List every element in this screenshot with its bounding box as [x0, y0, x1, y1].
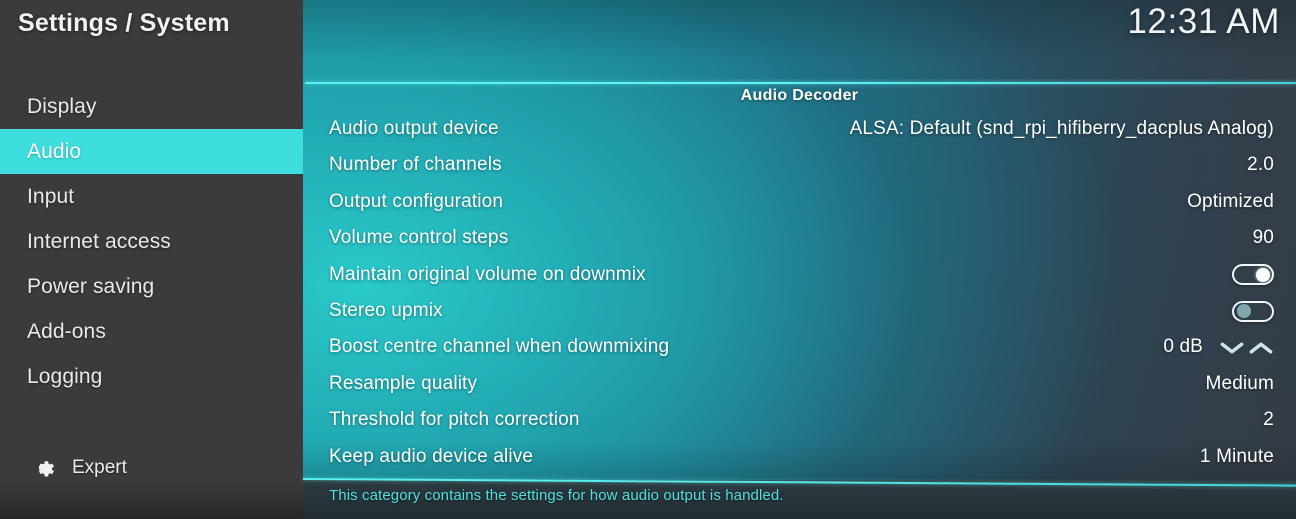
- settings-row-value: 1 Minute: [1199, 445, 1274, 467]
- sidebar-item-audio[interactable]: Audio: [0, 129, 303, 174]
- sidebar-item-label: Audio: [27, 139, 82, 163]
- toggle-switch[interactable]: [1232, 300, 1274, 322]
- settings-list[interactable]: Audio output device ALSA: Default (snd_rp…: [303, 111, 1296, 519]
- settings-row-label: Maintain original volume on downmix: [329, 263, 646, 285]
- settings-row[interactable]: Keep audio device alive 1 Minute: [303, 439, 1296, 475]
- sidebar-item-display[interactable]: Display: [0, 84, 303, 129]
- settings-row-control: 2: [1263, 409, 1274, 431]
- sidebar-item-logging[interactable]: Logging: [0, 354, 303, 399]
- sidebar-item-label: Internet access: [27, 229, 171, 253]
- chevron-down-icon[interactable]: [1219, 340, 1245, 355]
- settings-row-control: 2.0: [1247, 154, 1274, 176]
- sidebar: Display Audio Input Internet access Power sa…: [0, 56, 303, 519]
- settings-row[interactable]: Stereo upmix: [303, 293, 1296, 329]
- settings-panel: Audio Decoder Audio output device ALSA: D…: [303, 56, 1296, 519]
- settings-row-control: [1232, 264, 1274, 286]
- settings-row-label: Output configuration: [329, 190, 504, 212]
- settings-row-value: ALSA: Default (snd_rpi_hifiberry_dacplus…: [849, 118, 1274, 139]
- settings-row-value: 2.0: [1247, 154, 1274, 176]
- settings-row[interactable]: Maintain original volume on downmix: [303, 257, 1296, 293]
- settings-row-label: Volume control steps: [329, 227, 509, 249]
- settings-row-label: Number of channels: [329, 154, 502, 176]
- toggle-switch[interactable]: [1232, 264, 1274, 286]
- settings-row[interactable]: Output configuration Optimized: [303, 184, 1296, 220]
- sidebar-item-internet-access[interactable]: Internet access: [0, 219, 303, 264]
- sidebar-item-label: Power saving: [27, 274, 155, 298]
- settings-row-control: 0 dB: [1163, 336, 1274, 358]
- sidebar-item-input[interactable]: Input: [0, 174, 303, 219]
- toggle-knob: [1236, 304, 1251, 318]
- page-title: Settings / System: [18, 9, 230, 37]
- settings-row[interactable]: Audio output device ALSA: Default (snd_rp…: [303, 111, 1296, 147]
- settings-row-control: Medium: [1206, 373, 1274, 395]
- toggle-knob: [1255, 267, 1270, 282]
- category-description: This category contains the settings for …: [329, 487, 784, 504]
- settings-row-control: ALSA: Default (snd_rpi_hifiberry_dacplus…: [850, 118, 1274, 140]
- settings-row-value: 0 dB: [1163, 336, 1203, 358]
- settings-row-value: 2: [1263, 409, 1274, 431]
- settings-row-label: Threshold for pitch correction: [329, 409, 580, 431]
- sidebar-item-expert-label: Expert: [72, 457, 127, 478]
- settings-row-control: [1232, 300, 1274, 322]
- settings-row-control: 90: [1253, 227, 1274, 249]
- settings-row-label: Resample quality: [329, 372, 478, 394]
- settings-row-value: Optimized: [1187, 190, 1274, 212]
- settings-row[interactable]: Number of channels 2.0: [303, 147, 1296, 183]
- sidebar-item-label: Add-ons: [27, 319, 106, 343]
- sidebar-item-label: Logging: [27, 364, 103, 388]
- spinner-control[interactable]: [1219, 340, 1274, 355]
- panel-top-divider: [305, 82, 1296, 84]
- settings-row-control: Optimized: [1187, 191, 1274, 213]
- clock: 12:31 AM: [1127, 2, 1280, 41]
- settings-row[interactable]: Resample quality Medium: [303, 366, 1296, 402]
- sidebar-item-label: Display: [27, 94, 97, 118]
- chevron-up-icon[interactable]: [1248, 340, 1274, 355]
- sidebar-item-label: Input: [27, 184, 75, 208]
- sidebar-item-add-ons[interactable]: Add-ons: [0, 309, 303, 354]
- gear-icon: [30, 455, 56, 481]
- settings-row-label: Audio output device: [329, 118, 499, 139]
- settings-row-label: Boost centre channel when downmixing: [329, 336, 670, 358]
- settings-row-label: Stereo upmix: [329, 300, 443, 321]
- settings-row[interactable]: Boost centre channel when downmixing 0 dB: [303, 329, 1296, 365]
- settings-row[interactable]: Threshold for pitch correction 2: [303, 402, 1296, 438]
- section-header: Audio Decoder: [740, 87, 859, 104]
- kodi-settings-screen: Settings / System 12:31 AM Display Audio I…: [0, 0, 1296, 519]
- settings-row[interactable]: Volume control steps 90: [303, 220, 1296, 256]
- settings-row-control: 1 Minute: [1200, 446, 1274, 468]
- settings-row-label: Keep audio device alive: [329, 445, 534, 467]
- window-header: Settings / System 12:31 AM: [0, 0, 1296, 56]
- settings-row-value: Medium: [1205, 372, 1274, 394]
- settings-row-value: 90: [1252, 227, 1274, 249]
- sidebar-item-expert[interactable]: Expert: [0, 447, 303, 489]
- sidebar-item-power-saving[interactable]: Power saving: [0, 264, 303, 309]
